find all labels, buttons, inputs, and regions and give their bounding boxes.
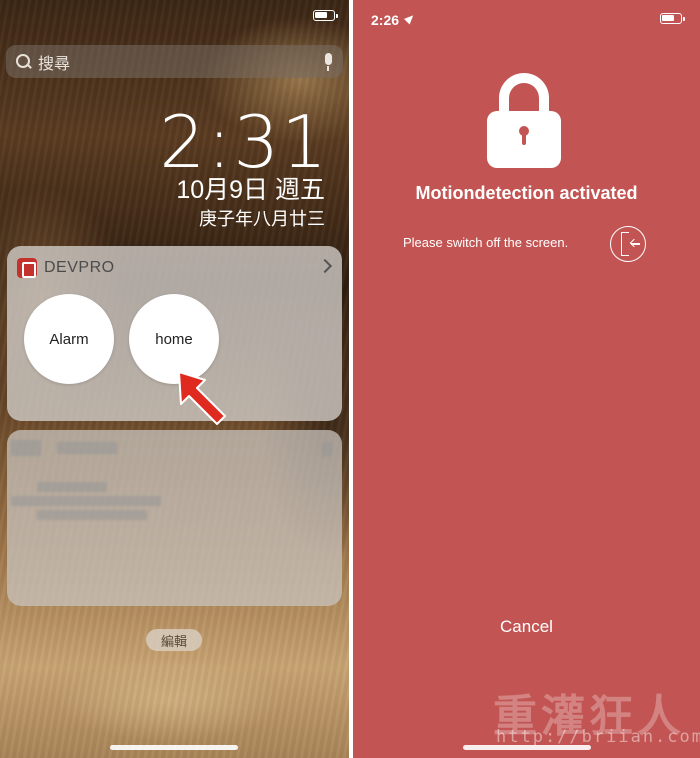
blurred-content [322, 442, 332, 456]
battery-icon [313, 10, 338, 21]
battery-icon [660, 13, 685, 24]
cancel-button[interactable]: Cancel [353, 617, 700, 637]
status-bar [660, 13, 685, 24]
switch-off-message: Please switch off the screen. [403, 235, 569, 250]
screen-off-icon [610, 226, 646, 262]
watermark-url: http://briian.com [496, 727, 700, 747]
chevron-right-icon[interactable] [317, 258, 333, 274]
lunar-date: 庚子年八月廿三 [199, 209, 325, 229]
blurred-content [37, 510, 147, 520]
clock-date: 10月9日 週五 [176, 176, 325, 204]
motion-title: Motiondetection activated [415, 183, 638, 203]
blurred-content [37, 482, 107, 492]
location-arrow-icon [403, 12, 417, 25]
lock-screen: 搜尋 2:31 10月9日 週五 庚子年八月廿三 DEVPRO Alarm ho… [0, 0, 349, 758]
blurred-content [57, 442, 117, 454]
search-icon [16, 53, 32, 70]
status-time: 2:26 [371, 12, 400, 28]
devpro-app-icon [17, 258, 37, 278]
home-indicator[interactable] [110, 745, 238, 750]
widget-app-name: DEVPRO [44, 259, 115, 276]
search-bar[interactable]: 搜尋 [6, 45, 343, 78]
search-placeholder: 搜尋 [38, 55, 71, 73]
blurred-content [11, 496, 161, 506]
status-bar [313, 10, 338, 21]
blurred-notification[interactable] [7, 430, 342, 606]
microphone-icon[interactable] [323, 52, 333, 71]
home-indicator[interactable] [463, 745, 591, 750]
alarm-button[interactable]: Alarm [24, 294, 114, 384]
motion-detection-screen: 2:26 Motiondetection activated Please sw… [353, 0, 700, 758]
lock-icon [487, 73, 561, 168]
red-arrow-icon [178, 371, 226, 425]
edit-button[interactable]: 編輯 [146, 629, 202, 651]
blurred-content [11, 440, 41, 456]
widget-header[interactable]: DEVPRO [17, 258, 115, 278]
